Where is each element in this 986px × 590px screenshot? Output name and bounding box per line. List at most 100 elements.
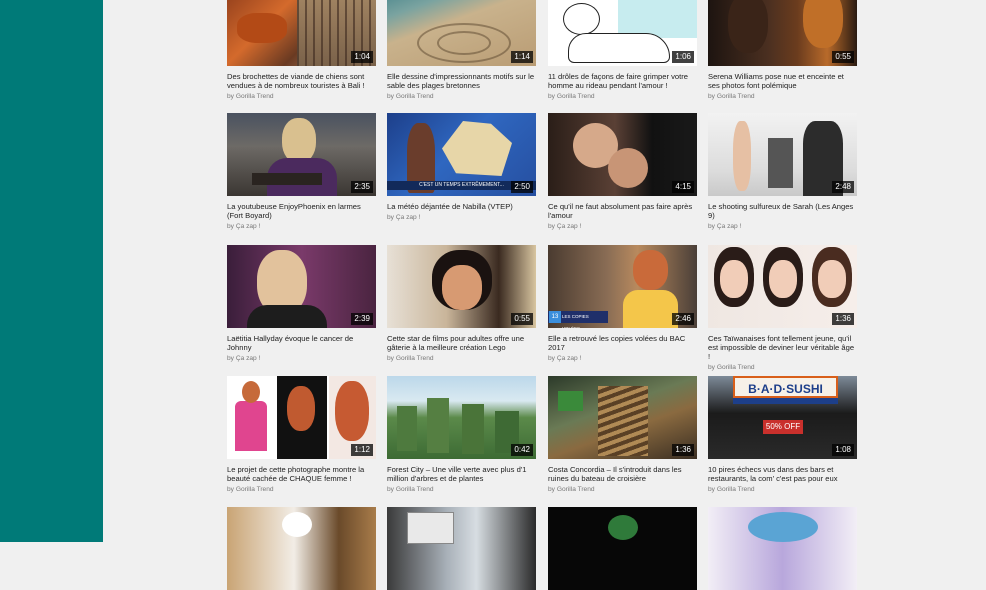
- video-card[interactable]: 0:42 Forest City – Une ville verte avec …: [387, 376, 536, 493]
- channel-name[interactable]: Gorilla Trend: [717, 93, 755, 100]
- video-thumbnail[interactable]: [387, 507, 536, 590]
- video-title[interactable]: Elle a retrouvé les copies volées du BAC…: [548, 334, 697, 352]
- video-duration: 0:55: [832, 51, 854, 63]
- video-thumbnail[interactable]: 1:36: [708, 245, 857, 328]
- video-thumbnail[interactable]: B·A·D·SUSHI 50% OFF 1:08: [708, 376, 857, 459]
- video-card[interactable]: 2:48 Le shooting sulfureux de Sarah (Les…: [708, 113, 857, 230]
- video-title[interactable]: Le projet de cette photographe montre la…: [227, 465, 376, 483]
- video-title[interactable]: Des brochettes de viande de chiens sont …: [227, 72, 376, 90]
- video-card[interactable]: 0:55 Cette star de films pour adultes of…: [387, 245, 536, 362]
- video-channel: by Ça zap !: [387, 214, 421, 221]
- video-duration: 1:36: [672, 444, 694, 456]
- video-thumbnail[interactable]: 0:55: [387, 245, 536, 328]
- video-channel: by Ça zap !: [548, 355, 582, 362]
- video-duration: 4:15: [672, 181, 694, 193]
- video-channel: by Gorilla Trend: [708, 486, 755, 493]
- video-thumbnail[interactable]: C'EST UN TEMPS EXTRÊMEMENT... 2:50: [387, 113, 536, 196]
- video-card[interactable]: 0:55 Serena Williams pose nue et enceint…: [708, 0, 857, 100]
- video-title[interactable]: Le shooting sulfureux de Sarah (Les Ange…: [708, 202, 857, 220]
- video-thumbnail[interactable]: 1:06: [548, 0, 697, 66]
- video-title[interactable]: Forest City – Une ville verte avec plus …: [387, 465, 536, 483]
- bad-sushi-sign: B·A·D·SUSHI: [733, 376, 838, 398]
- video-card[interactable]: 2:39 Laëtitia Hallyday évoque le cancer …: [227, 245, 376, 362]
- video-channel: by Ça zap !: [548, 223, 582, 230]
- video-duration: 1:36: [832, 313, 854, 325]
- video-title[interactable]: Ce qu'il ne faut absolument pas faire ap…: [548, 202, 697, 220]
- video-channel: by Gorilla Trend: [708, 364, 755, 371]
- video-grid: 1:04 Des brochettes de viande de chiens …: [103, 0, 986, 590]
- video-thumbnail[interactable]: 0:42: [387, 376, 536, 459]
- video-card[interactable]: [548, 507, 697, 590]
- video-title[interactable]: Cette star de films pour adultes offre u…: [387, 334, 536, 352]
- video-card[interactable]: 1:36 Ces Taïwanaises font tellement jeun…: [708, 245, 857, 371]
- video-channel: by Gorilla Trend: [548, 486, 595, 493]
- video-thumbnail[interactable]: 0:55: [708, 0, 857, 66]
- video-duration: 2:46: [672, 313, 694, 325]
- video-duration: 2:50: [511, 181, 533, 193]
- video-card[interactable]: [227, 507, 376, 590]
- video-duration: 1:14: [511, 51, 533, 63]
- video-title[interactable]: Serena Williams pose nue et enceinte et …: [708, 72, 857, 90]
- video-card[interactable]: C'EST UN TEMPS EXTRÊMEMENT... 2:50 La mé…: [387, 113, 536, 221]
- video-title[interactable]: La météo déjantée de Nabilla (VTEP): [387, 202, 536, 211]
- channel-name[interactable]: Gorilla Trend: [236, 93, 274, 100]
- video-title[interactable]: Laëtitia Hallyday évoque le cancer de Jo…: [227, 334, 376, 352]
- video-thumbnail[interactable]: 2:39: [227, 245, 376, 328]
- video-thumbnail[interactable]: 1:14: [387, 0, 536, 66]
- video-duration: 2:39: [351, 313, 373, 325]
- video-duration: 1:08: [832, 444, 854, 456]
- video-title[interactable]: 11 drôles de façons de faire grimper vot…: [548, 72, 697, 90]
- video-title[interactable]: Costa Concordia – Il s'introduit dans le…: [548, 465, 697, 483]
- channel-name[interactable]: Gorilla Trend: [396, 355, 434, 362]
- channel-badge: 13: [549, 311, 561, 323]
- video-thumbnail[interactable]: 2:35: [227, 113, 376, 196]
- channel-name[interactable]: Ça zap !: [396, 214, 421, 221]
- channel-name[interactable]: Ça zap !: [236, 223, 261, 230]
- video-duration: 1:04: [351, 51, 373, 63]
- video-card[interactable]: 2:35 La youtubeuse EnjoyPhoenix en larme…: [227, 113, 376, 230]
- video-card[interactable]: [708, 507, 857, 590]
- video-channel: by Gorilla Trend: [387, 93, 434, 100]
- video-thumbnail[interactable]: [548, 507, 697, 590]
- video-channel: by Gorilla Trend: [227, 93, 274, 100]
- video-card[interactable]: [387, 507, 536, 590]
- channel-name[interactable]: Gorilla Trend: [717, 486, 755, 493]
- video-card[interactable]: B·A·D·SUSHI 50% OFF 1:08 10 pires échecs…: [708, 376, 857, 493]
- video-thumbnail[interactable]: 4:15: [548, 113, 697, 196]
- video-thumbnail[interactable]: 1:12: [227, 376, 376, 459]
- video-duration: 2:35: [351, 181, 373, 193]
- channel-name[interactable]: Gorilla Trend: [557, 93, 595, 100]
- channel-name[interactable]: Gorilla Trend: [396, 93, 434, 100]
- video-card[interactable]: LES COPIES VOLÉES RETROUVÉES 13 2:46 Ell…: [548, 245, 697, 362]
- channel-name[interactable]: Ça zap !: [557, 355, 582, 362]
- video-thumbnail[interactable]: [708, 507, 857, 590]
- video-title[interactable]: La youtubeuse EnjoyPhoenix en larmes (Fo…: [227, 202, 376, 220]
- video-channel: by Gorilla Trend: [708, 93, 755, 100]
- channel-name[interactable]: Gorilla Trend: [717, 364, 755, 371]
- video-title[interactable]: 10 pires échecs vus dans des bars et res…: [708, 465, 857, 483]
- video-thumbnail[interactable]: 2:48: [708, 113, 857, 196]
- video-duration: 0:42: [511, 444, 533, 456]
- video-thumbnail[interactable]: 1:04: [227, 0, 376, 66]
- video-card[interactable]: 1:36 Costa Concordia – Il s'introduit da…: [548, 376, 697, 493]
- video-thumbnail[interactable]: [227, 507, 376, 590]
- video-thumbnail[interactable]: 1:36: [548, 376, 697, 459]
- video-title[interactable]: Elle dessine d'impressionnants motifs su…: [387, 72, 536, 90]
- video-duration: 2:48: [832, 181, 854, 193]
- channel-name[interactable]: Ça zap !: [236, 355, 261, 362]
- channel-name[interactable]: Ça zap !: [717, 223, 742, 230]
- video-channel: by Gorilla Trend: [227, 486, 274, 493]
- video-title[interactable]: Ces Taïwanaises font tellement jeune, qu…: [708, 334, 857, 361]
- video-card[interactable]: 4:15 Ce qu'il ne faut absolument pas fai…: [548, 113, 697, 230]
- channel-name[interactable]: Gorilla Trend: [236, 486, 274, 493]
- video-duration: 1:12: [351, 444, 373, 456]
- channel-name[interactable]: Gorilla Trend: [396, 486, 434, 493]
- video-card[interactable]: 1:14 Elle dessine d'impressionnants moti…: [387, 0, 536, 100]
- video-thumbnail[interactable]: LES COPIES VOLÉES RETROUVÉES 13 2:46: [548, 245, 697, 328]
- video-card[interactable]: 1:06 11 drôles de façons de faire grimpe…: [548, 0, 697, 100]
- channel-name[interactable]: Gorilla Trend: [557, 486, 595, 493]
- video-card[interactable]: 1:04 Des brochettes de viande de chiens …: [227, 0, 376, 100]
- video-card[interactable]: 1:12 Le projet de cette photographe mont…: [227, 376, 376, 493]
- channel-name[interactable]: Ça zap !: [557, 223, 582, 230]
- video-channel: by Ça zap !: [708, 223, 742, 230]
